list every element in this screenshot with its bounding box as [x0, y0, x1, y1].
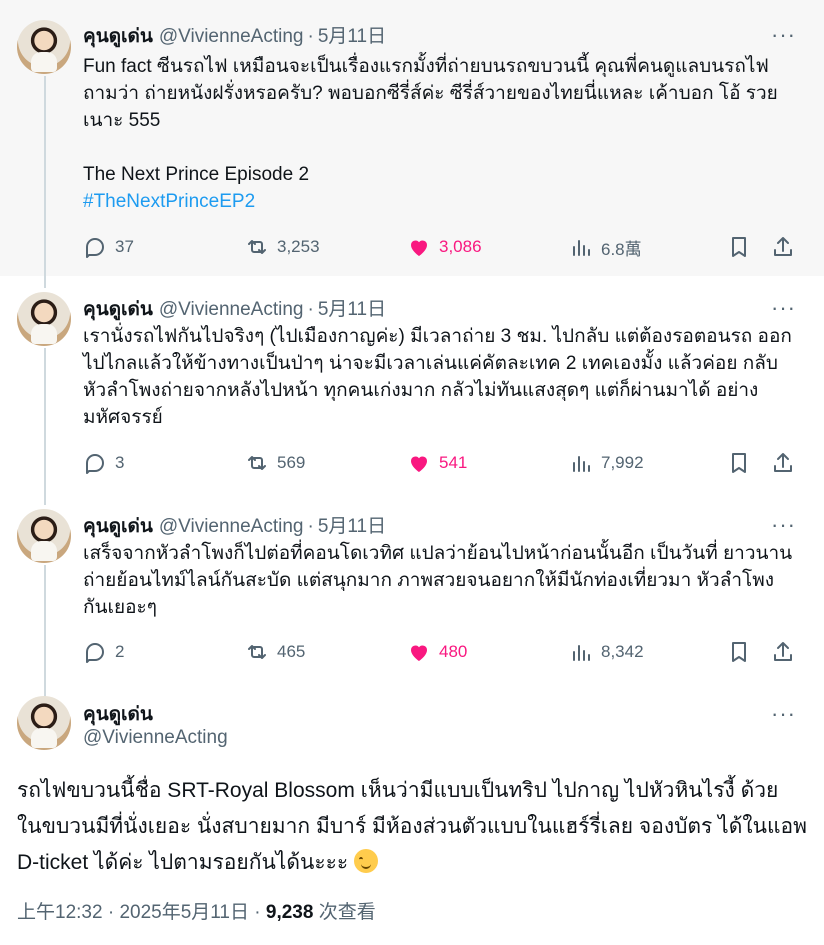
like-count: 541: [439, 453, 468, 472]
tweet-body: Fun fact ซีนรถไฟ เหมือนจะเป็นเรื่องแรกมั…: [83, 56, 778, 185]
avatar[interactable]: [17, 696, 71, 750]
like-button[interactable]: 480: [407, 637, 467, 667]
views-label: 次查看: [318, 902, 376, 923]
views-button[interactable]: 7,992: [569, 448, 644, 478]
heart-icon: [411, 456, 427, 472]
tweet-text: Fun fact ซีนรถไฟ เหมือนจะเป็นเรื่องแรกมั…: [83, 53, 798, 215]
tweet-view-count: 9,238: [265, 902, 314, 923]
author-name[interactable]: คุนดูเด่น: [83, 516, 153, 537]
action-bar: 37 3,253 3,086 6.8萬: [83, 232, 793, 262]
separator-dot: ·: [254, 902, 261, 923]
author-name[interactable]: คุนดูเด่น: [83, 699, 153, 729]
avatar[interactable]: [17, 292, 71, 346]
share-button[interactable]: [771, 448, 803, 478]
main-tweet-body: รถไฟขบวนนี้ชื่อ SRT-Royal Blossom เห็นว่…: [17, 779, 813, 874]
more-options-icon[interactable]: ···: [771, 24, 796, 46]
view-count: 8,342: [601, 642, 644, 661]
reply-button[interactable]: 3: [83, 448, 124, 478]
reply-icon: [86, 238, 104, 258]
reply-icon: [86, 454, 104, 474]
heart-icon: [411, 645, 427, 661]
author-handle[interactable]: @VivienneActing: [159, 299, 304, 320]
like-button[interactable]: 541: [407, 448, 467, 478]
share-icon: [774, 642, 792, 661]
analytics-icon: [573, 240, 590, 256]
thread-tweet-3[interactable]: คุนดูเด่น @VivienneActing · 5月11日 ··· เสร็จ…: [0, 493, 824, 685]
separator-dot: ·: [307, 299, 314, 320]
repost-count: 569: [277, 453, 306, 472]
repost-button[interactable]: 569: [245, 448, 305, 478]
repost-count: 465: [277, 642, 306, 661]
action-bar: 3 569 541 7,992: [83, 448, 793, 478]
repost-icon: [248, 240, 266, 254]
more-options-icon[interactable]: ···: [771, 514, 796, 536]
reply-button[interactable]: 37: [83, 232, 134, 262]
author-name[interactable]: คุนดูเด่น: [83, 26, 153, 47]
thread-connector: [44, 276, 46, 288]
author-handle[interactable]: @VivienneActing: [159, 516, 304, 537]
tweet-body: เรานั่งรถไฟกันไปจริงๆ (ไปเมืองกาญค่ะ) มี…: [83, 326, 792, 428]
main-tweet-text: รถไฟขบวนนี้ชื่อ SRT-Royal Blossom เห็นว่…: [17, 773, 807, 881]
bookmark-icon: [732, 642, 746, 662]
reply-count: 37: [115, 237, 134, 256]
bookmark-button[interactable]: [727, 232, 759, 262]
separator-dot: ·: [307, 516, 314, 537]
like-count: 480: [439, 642, 468, 661]
view-count: 7,992: [601, 453, 644, 472]
thread-connector: [44, 565, 46, 685]
separator-dot: ·: [307, 26, 314, 47]
reply-count: 2: [115, 642, 125, 661]
views-button[interactable]: 8,342: [569, 637, 644, 667]
share-icon: [774, 453, 792, 472]
tweet-date[interactable]: 5月11日: [318, 26, 386, 47]
reply-icon: [86, 643, 104, 663]
share-button[interactable]: [771, 232, 803, 262]
repost-icon: [248, 456, 266, 470]
action-bar: 2 465 480 8,342: [83, 637, 793, 667]
thread-tweet-2[interactable]: คุนดูเด่น @VivienneActing · 5月11日 ··· เรานั…: [0, 276, 824, 493]
repost-button[interactable]: 3,253: [245, 232, 320, 262]
hashtag-link[interactable]: #TheNextPrinceEP2: [83, 191, 255, 212]
more-options-icon[interactable]: ···: [771, 703, 796, 725]
view-count: 6.8萬: [601, 239, 642, 259]
heart-icon: [411, 240, 427, 256]
tweet-date[interactable]: 5月11日: [318, 516, 386, 537]
views-button[interactable]: 6.8萬: [569, 232, 642, 262]
tweet-body: เสร็จจากหัวลำโพงก็ไปต่อที่คอนโดเวทิศ แปล…: [83, 543, 793, 618]
smiling-face-icon: [354, 849, 379, 873]
avatar[interactable]: [17, 509, 71, 563]
repost-icon: [248, 645, 266, 659]
like-button[interactable]: 3,086: [407, 232, 482, 262]
avatar[interactable]: [17, 20, 71, 74]
tweet-date[interactable]: 5月11日: [318, 299, 386, 320]
tweet-full-date[interactable]: 2025年5月11日: [119, 902, 249, 923]
separator-dot: ·: [107, 902, 115, 923]
author-name[interactable]: คุนดูเด่น: [83, 299, 153, 320]
thread-tweet-1[interactable]: คุนดูเด่น @VivienneActing · 5月11日 ··· Fun f…: [0, 0, 824, 276]
bookmark-button[interactable]: [727, 448, 759, 478]
author-handle[interactable]: @VivienneActing: [159, 26, 304, 47]
repost-button[interactable]: 465: [245, 637, 305, 667]
share-icon: [774, 237, 792, 256]
share-button[interactable]: [771, 637, 803, 667]
thread-connector: [44, 76, 46, 276]
thread-connector: [44, 348, 46, 493]
analytics-icon: [573, 645, 590, 661]
thread-connector: [44, 493, 46, 505]
author-handle[interactable]: @VivienneActing: [83, 727, 228, 749]
analytics-icon: [573, 456, 590, 472]
repost-count: 3,253: [277, 237, 320, 256]
like-count: 3,086: [439, 237, 482, 256]
bookmark-icon: [732, 237, 746, 257]
more-options-icon[interactable]: ···: [771, 297, 796, 319]
reply-button[interactable]: 2: [83, 637, 124, 667]
bookmark-button[interactable]: [727, 637, 759, 667]
tweet-metadata: 上午12:32 · 2025年5月11日 · 9,238 次查看: [17, 897, 376, 924]
reply-count: 3: [115, 453, 125, 472]
tweet-time[interactable]: 上午12:32: [17, 902, 103, 923]
bookmark-icon: [732, 453, 746, 473]
